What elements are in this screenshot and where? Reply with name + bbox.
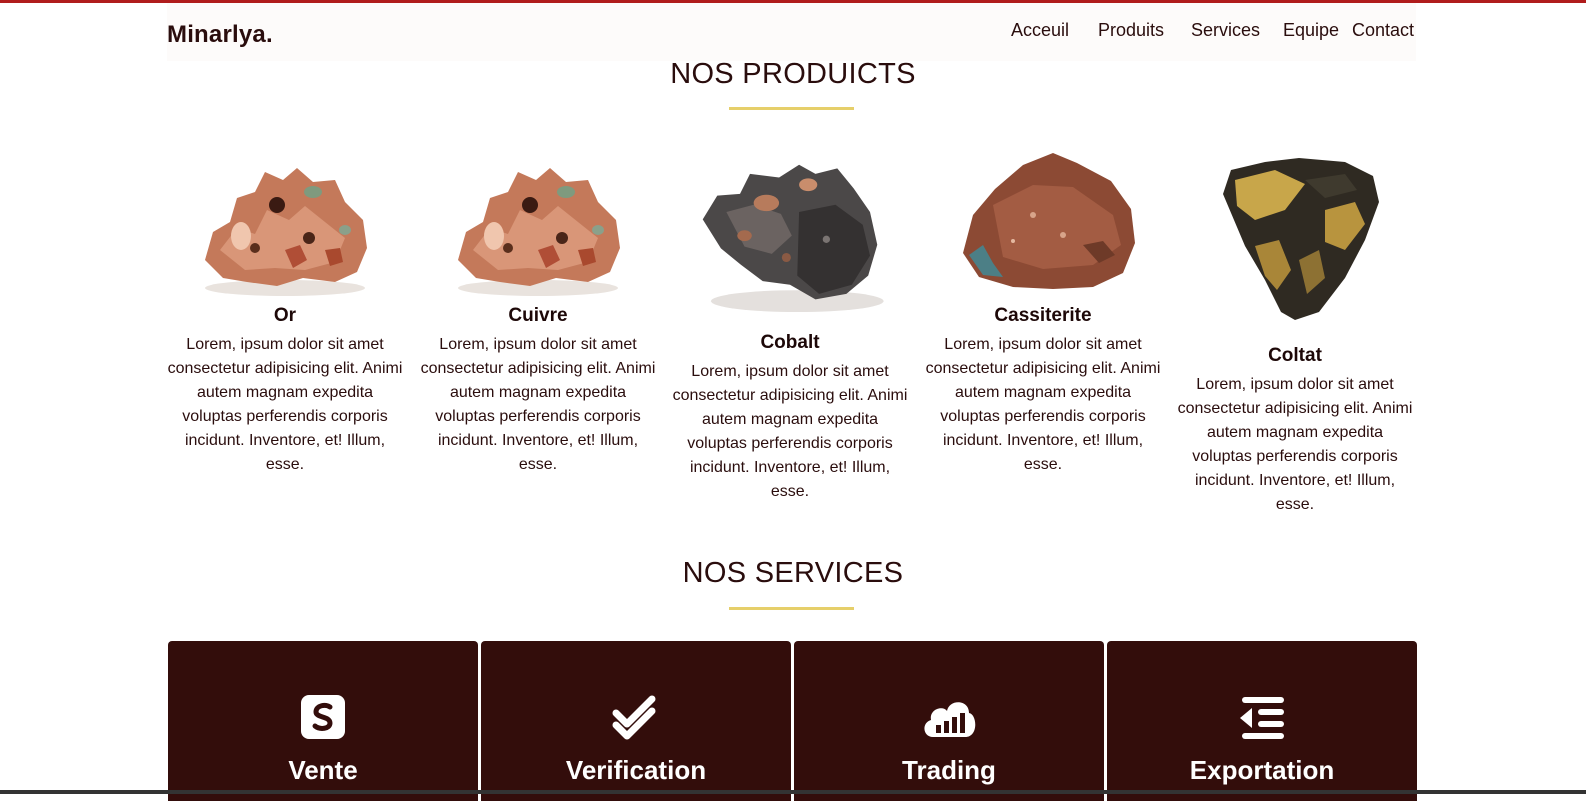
service-card-verification[interactable]: Verification — [481, 641, 791, 801]
product-card-coltat: Coltat Lorem, ipsum dolor sit amet conse… — [1175, 140, 1415, 525]
service-card-vente[interactable]: Vente — [168, 641, 478, 801]
nav-link-services[interactable]: Services — [1191, 20, 1260, 41]
product-description: Lorem, ipsum dolor sit amet consectetur … — [167, 336, 403, 473]
product-description: Lorem, ipsum dolor sit amet consectetur … — [672, 363, 908, 500]
nav-link-acceuil[interactable]: Acceuil — [1011, 20, 1069, 41]
dollar-sign-icon — [301, 695, 345, 739]
service-name: Trading — [902, 755, 996, 785]
product-image-cobalt-ore — [702, 164, 884, 313]
product-description: Lorem, ipsum dolor sit amet consectetur … — [925, 336, 1161, 473]
double-check-icon — [612, 695, 656, 740]
nav-link-produits[interactable]: Produits — [1098, 20, 1164, 41]
cloud-chart-icon — [924, 702, 976, 737]
product-image-cassiterite — [963, 153, 1135, 289]
product-card-or: Or Lorem, ipsum dolor sit amet consectet… — [165, 140, 405, 480]
products-section-title: NOS PRODUICTS — [670, 58, 916, 90]
product-card-cuivre: Cuivre Lorem, ipsum dolor sit amet conse… — [418, 140, 658, 480]
nav-link-equipe[interactable]: Equipe — [1283, 20, 1339, 41]
product-card-cassiterite: Cassiterite Lorem, ipsum dolor sit amet … — [923, 140, 1163, 480]
taskbar-strip — [0, 790, 1586, 794]
product-name: Coltat — [1268, 345, 1322, 366]
product-card-cobalt: Cobalt Lorem, ipsum dolor sit amet conse… — [670, 140, 910, 510]
service-card-trading[interactable]: Trading — [794, 641, 1104, 801]
product-image-coltan — [1223, 158, 1379, 320]
product-name: Or — [273, 305, 297, 326]
services-section-title: NOS SERVICES — [682, 557, 904, 589]
services-title-underline — [729, 607, 854, 610]
product-description: Lorem, ipsum dolor sit amet consectetur … — [1177, 376, 1413, 513]
product-name: Cassiterite — [994, 305, 1092, 326]
service-name: Vente — [288, 755, 358, 785]
product-name: Cuivre — [508, 305, 568, 326]
product-image-copper-ore — [205, 168, 367, 296]
service-name: Verification — [565, 755, 707, 785]
service-name: Exportation — [1189, 755, 1335, 785]
brand-logo[interactable]: Minarlya. — [167, 21, 273, 49]
export-list-icon — [1240, 697, 1284, 739]
service-card-exportation[interactable]: Exportation — [1107, 641, 1417, 801]
product-image-copper-ore — [458, 168, 620, 296]
product-name: Cobalt — [760, 332, 820, 353]
products-title-underline — [729, 107, 854, 110]
product-description: Lorem, ipsum dolor sit amet consectetur … — [420, 336, 656, 473]
nav-link-contact[interactable]: Contact — [1352, 20, 1414, 41]
